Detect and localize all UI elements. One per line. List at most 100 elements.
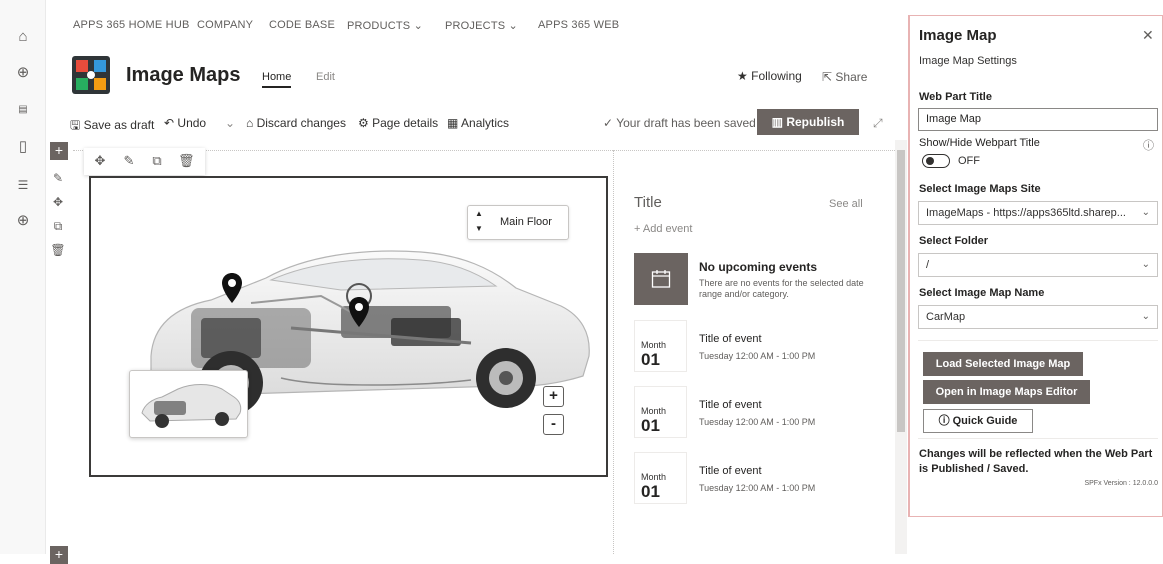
page-details-button[interactable]: ⚙ Page details [358,116,438,130]
minimap-thumbnail [141,384,242,428]
folder-select-label: Select Folder [919,235,989,247]
info-icon[interactable]: ⓘ [1143,137,1154,153]
chevron-down-icon: ▼ [475,224,483,233]
close-icon[interactable]: ✕ [1142,27,1154,44]
add-event-button[interactable]: + Add event [634,223,692,235]
undo-label: Undo [177,116,207,130]
draft-status-label: Your draft has been saved [616,116,756,130]
no-events-title: No upcoming events [699,260,818,274]
site-select-label: Select Image Maps Site [919,183,1041,195]
folder-select[interactable]: / ⌄ [918,253,1158,277]
save-draft-label: Save as draft [83,118,155,132]
quick-guide-label: Quick Guide [952,415,1018,427]
event-time: Tuesday 12:00 AM - 1:00 PM [699,351,816,361]
nav-item-home-hub[interactable]: APPS 365 HOME HUB [73,19,190,31]
load-image-map-button[interactable]: Load Selected Image Map [923,352,1083,376]
see-all-link[interactable]: See all [829,198,863,210]
open-editor-button[interactable]: Open in Image Maps Editor [923,380,1090,404]
event-date-tile: Month 01 [634,386,687,438]
undo-button[interactable]: ↶ Undo [164,116,206,130]
undo-dropdown-chevron-icon[interactable]: ⌄ [225,116,235,130]
edit-section-icon[interactable]: ✎ [50,170,66,186]
following-label: Following [751,69,802,83]
zoom-out-button[interactable]: - [543,414,564,435]
toggle-state-label: OFF [958,155,980,167]
home-icon[interactable]: ⌂ [13,27,33,47]
save-draft-button[interactable]: 🖫 Save as draft [70,116,154,137]
calendar-icon [651,270,671,288]
duplicate-icon[interactable]: ⧉ [149,153,165,169]
zoom-in-button[interactable]: + [543,386,564,407]
save-icon: 🖫 [70,118,81,132]
create-icon[interactable]: ⊕ [13,211,33,231]
column-divider [613,150,614,554]
event-month: Month [641,472,667,482]
webpart-toolbar: ✥ ✎ ⧉ 🗑 [84,148,205,175]
events-title: Title [634,194,662,211]
map-name-select-value: CarMap [926,311,966,323]
nav-item-code-base[interactable]: CODE BASE [269,19,335,31]
delete-icon[interactable]: 🗑 [178,153,195,169]
floor-selector[interactable]: ▲ ▼ Main Floor [467,205,569,240]
site-title: Image Maps [126,64,241,86]
share-button[interactable]: ⇱ Share [822,70,867,84]
site-select[interactable]: ImageMaps - https://apps365ltd.sharep...… [918,201,1158,225]
nav-item-products[interactable]: PRODUCTS ⌄ [347,19,423,32]
quick-guide-button[interactable]: ⓘ Quick Guide [923,409,1033,433]
edit-icon[interactable]: ✎ [121,153,137,169]
following-button[interactable]: ★ Following [737,69,802,83]
move-section-icon[interactable]: ✥ [50,194,66,210]
news-icon[interactable]: ▤ [13,100,33,120]
show-hide-title-toggle[interactable] [922,154,950,168]
minimap[interactable] [129,370,248,438]
nav-item-company[interactable]: COMPANY [197,19,253,31]
nav-item-projects-label: PROJECTS [445,20,506,32]
map-name-select[interactable]: CarMap ⌄ [918,305,1158,329]
map-marker-icon[interactable] [221,272,243,304]
event-title[interactable]: Title of event [699,399,762,411]
document-icon[interactable]: ▯ [13,137,33,157]
tab-edit[interactable]: Edit [316,71,335,83]
event-day: 01 [641,350,660,369]
book-icon: ▥ [771,115,783,129]
move-icon[interactable]: ✥ [92,153,108,169]
publish-note: Changes will be reflected when the Web P… [919,448,1153,475]
star-icon: ★ [737,69,748,83]
undo-icon: ↶ [164,116,175,130]
floor-label: Main Floor [500,216,552,228]
list-icon[interactable]: ☰ [13,175,33,195]
analytics-button[interactable]: ▦ Analytics [447,116,509,130]
nav-item-apps-web[interactable]: APPS 365 WEB [538,19,619,31]
left-app-rail: ⌂ ⊕ ▤ ▯ ☰ ⊕ [0,0,46,554]
discard-changes-button[interactable]: ⌂ Discard changes [246,116,346,130]
expand-icon[interactable]: ⤢ [873,116,883,131]
discard-icon: ⌂ [246,116,254,130]
tab-home[interactable]: Home [262,71,292,88]
chevron-down-icon: ⌄ [1141,311,1150,322]
nav-item-products-label: PRODUCTS [347,20,411,32]
globe-icon[interactable]: ⊕ [13,63,33,83]
nav-item-projects[interactable]: PROJECTS ⌄ [445,19,518,32]
web-part-title-input[interactable]: Image Map [918,108,1158,131]
chevron-down-icon: ⌄ [1141,207,1150,218]
event-date-tile: Month 01 [634,320,687,372]
no-events-description: There are no events for the selected dat… [699,278,864,299]
page-scrollbar-thumb[interactable] [897,150,905,432]
event-time: Tuesday 12:00 AM - 1:00 PM [699,483,816,493]
check-icon: ✓ [603,116,614,130]
delete-section-icon[interactable]: 🗑 [50,242,66,258]
add-section-bottom-button[interactable]: + [50,546,68,564]
toggle-knob [926,157,934,165]
calendar-tile [634,253,688,305]
add-section-button[interactable]: + [50,142,68,160]
discard-label: Discard changes [256,116,346,130]
event-title[interactable]: Title of event [699,333,762,345]
draft-status: ✓ Your draft has been saved [603,116,756,130]
duplicate-section-icon[interactable]: ⧉ [50,218,66,234]
republish-button[interactable]: ▥ Republish [757,109,859,135]
map-marker-icon[interactable] [348,296,370,328]
chevron-up-icon: ▲ [475,209,483,218]
event-title[interactable]: Title of event [699,465,762,477]
site-select-value: ImageMaps - https://apps365ltd.sharep... [926,207,1126,219]
chevron-down-icon: ⌄ [1141,259,1150,270]
